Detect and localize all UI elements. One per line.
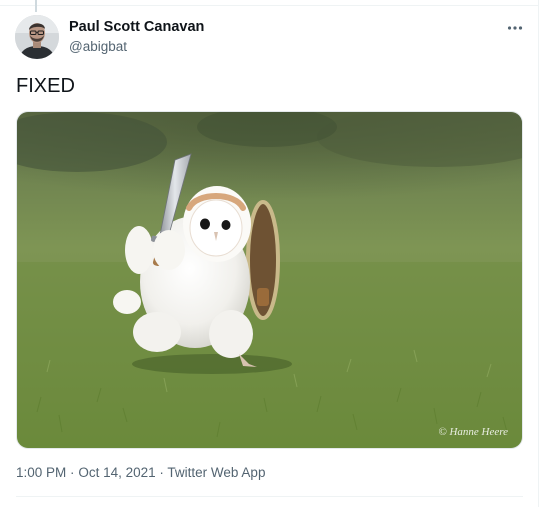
author-display-name[interactable]: Paul Scott Canavan [69, 19, 204, 35]
tweet-text: FIXED [16, 75, 75, 97]
tweet-date[interactable]: Oct 14, 2021 [78, 465, 155, 480]
top-divider [0, 5, 539, 6]
meta-separator: · [159, 465, 164, 480]
avatar[interactable] [15, 15, 59, 59]
tweet-source[interactable]: Twitter Web App [167, 465, 265, 480]
owl-photo-image [17, 112, 522, 448]
bottom-divider [16, 496, 523, 497]
avatar-image [15, 15, 59, 59]
more-options-button[interactable] [500, 16, 530, 40]
thread-connector-line [35, 0, 37, 12]
tweet-time[interactable]: 1:00 PM [16, 465, 66, 480]
photo-watermark: © Hanne Heere [438, 426, 508, 438]
more-horizontal-icon [507, 26, 523, 30]
tweet-metadata: 1:00 PM · Oct 14, 2021 · Twitter Web App [16, 465, 265, 480]
tweet-card: Paul Scott Canavan @abigbat FIXED © Hann… [0, 0, 539, 507]
tweet-photo[interactable]: © Hanne Heere [16, 111, 523, 449]
meta-separator: · [70, 465, 75, 480]
author-handle[interactable]: @abigbat [69, 39, 127, 54]
